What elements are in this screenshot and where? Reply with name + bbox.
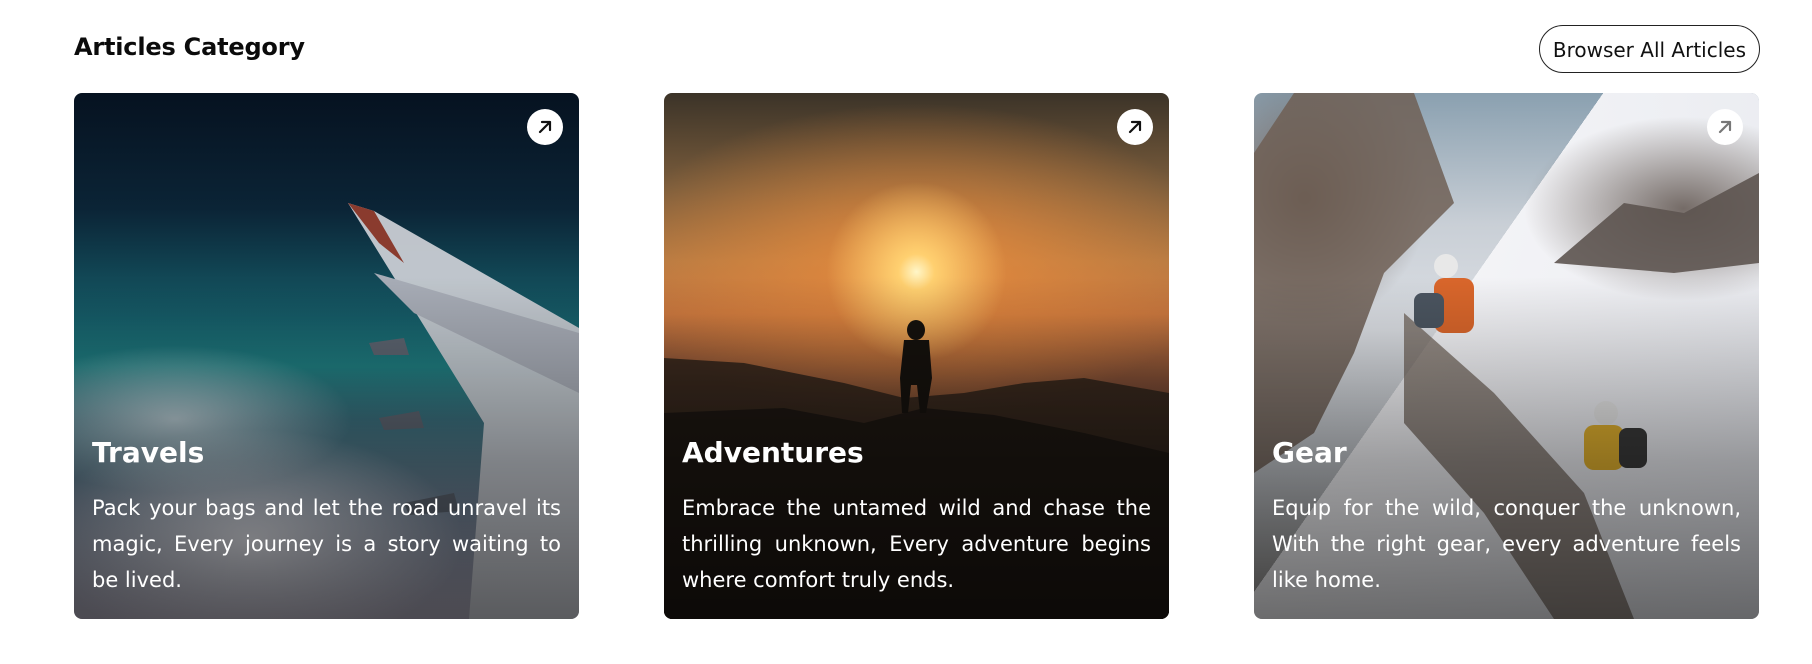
category-card-gear[interactable]: Gear Equip for the wild, conquer the unk… — [1254, 93, 1759, 619]
section-title: Articles Category — [74, 33, 305, 61]
arrow-up-right-icon — [538, 120, 552, 134]
category-card-adventures[interactable]: Adventures Embrace the untamed wild and … — [664, 93, 1169, 619]
card-description: Embrace the untamed wild and chase the t… — [682, 496, 1151, 592]
card-link-button[interactable] — [527, 109, 563, 145]
card-link-button[interactable] — [1707, 109, 1743, 145]
card-description: Equip for the wild, conquer the unknown,… — [1272, 496, 1741, 592]
card-title: Travels — [92, 436, 205, 469]
category-card-travels[interactable]: Travels Pack your bags and let the road … — [74, 93, 579, 619]
browse-all-articles-button[interactable]: Browser All Articles — [1538, 25, 1760, 73]
articles-category-section: Articles Category Browser All Articles T… — [0, 0, 1812, 664]
arrow-up-right-icon — [1128, 120, 1142, 134]
card-description: Pack your bags and let the road unravel … — [92, 496, 561, 592]
arrow-up-right-icon — [1718, 120, 1732, 134]
card-link-button[interactable] — [1117, 109, 1153, 145]
card-title: Adventures — [682, 436, 864, 469]
card-title: Gear — [1272, 436, 1347, 469]
